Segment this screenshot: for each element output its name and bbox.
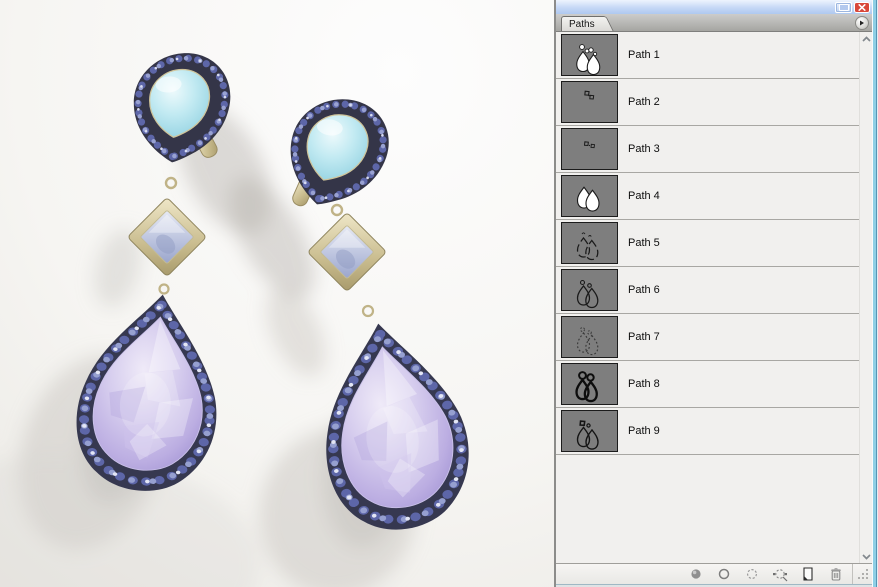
dashed-circle-icon	[744, 566, 760, 582]
panel-menu-button[interactable]	[855, 16, 869, 30]
two-pear-drops-filled-icon	[562, 176, 617, 216]
delete-path-button[interactable]	[822, 564, 850, 584]
panel-menu-arrow-icon	[859, 20, 865, 26]
filled-circle-icon	[688, 566, 704, 582]
path-1-thumbnail[interactable]	[561, 34, 618, 76]
dashed-circle-with-anchors-icon	[771, 566, 789, 582]
two-earrings-filled-icon	[562, 35, 617, 75]
chevron-down-icon[interactable]	[862, 554, 871, 560]
create-new-path-button[interactable]	[794, 564, 822, 584]
path-2-thumbnail[interactable]	[561, 81, 618, 123]
fill-path-button[interactable]	[682, 564, 710, 584]
path-label: Path 9	[628, 425, 660, 437]
paths-list: Path 1 Path 2	[556, 32, 878, 563]
palette-tabstrip: Paths	[556, 14, 878, 32]
path-label: Path 4	[628, 190, 660, 202]
path-7-thumbnail[interactable]	[561, 316, 618, 358]
palette-footer	[556, 563, 878, 584]
path-label: Path 6	[628, 284, 660, 296]
footer-separator	[852, 564, 853, 584]
new-page-icon	[800, 566, 816, 582]
paths-palette-window: Paths	[554, 0, 878, 587]
minimize-icon	[839, 4, 849, 11]
minimize-button[interactable]	[835, 2, 852, 13]
pear-outlines-with-tops-icon	[562, 411, 617, 451]
path-row-8[interactable]: Path 8	[556, 361, 859, 408]
resize-grip-dots-icon	[856, 567, 871, 582]
path-row-9[interactable]: Path 9	[556, 408, 859, 455]
screenshot-root: Paths	[0, 0, 878, 587]
earrings-photo-image	[0, 0, 554, 587]
earring-outlines-bold-icon	[562, 364, 617, 404]
close-icon	[854, 2, 870, 13]
path-row-4[interactable]: Path 4	[556, 173, 859, 220]
path-label: Path 7	[628, 331, 660, 343]
path-label: Path 3	[628, 143, 660, 155]
pear-outlines-open-icon	[562, 223, 617, 263]
window-border-right	[872, 0, 878, 587]
path-label: Path 8	[628, 378, 660, 390]
stroke-path-button[interactable]	[710, 564, 738, 584]
tab-paths[interactable]: Paths	[561, 16, 603, 31]
close-button[interactable]	[854, 2, 870, 13]
path-8-thumbnail[interactable]	[561, 363, 618, 405]
outlined-circle-icon	[716, 566, 732, 582]
path-5-thumbnail[interactable]	[561, 222, 618, 264]
resize-grip[interactable]	[855, 564, 872, 584]
make-work-path-button[interactable]	[766, 564, 794, 584]
chevron-up-icon[interactable]	[862, 36, 871, 42]
path-label: Path 2	[628, 96, 660, 108]
path-row-2[interactable]: Path 2	[556, 79, 859, 126]
paths-rows: Path 1 Path 2	[556, 32, 859, 563]
tab-paths-label: Paths	[569, 19, 595, 30]
paths-scrollbar[interactable]	[859, 32, 872, 563]
path-row-7[interactable]: Path 7	[556, 314, 859, 361]
earrings-photo	[0, 0, 554, 587]
path-row-5[interactable]: Path 5	[556, 220, 859, 267]
path-3-thumbnail[interactable]	[561, 128, 618, 170]
trash-can-icon	[828, 566, 844, 582]
path-row-1[interactable]: Path 1	[556, 32, 859, 79]
path-row-3[interactable]: Path 3	[556, 126, 859, 173]
pear-outlines-with-studs-icon	[562, 270, 617, 310]
path-row-6[interactable]: Path 6	[556, 267, 859, 314]
two-small-top-elements-low-icon	[562, 129, 617, 169]
path-4-thumbnail[interactable]	[561, 175, 618, 217]
palette-titlebar[interactable]	[556, 0, 878, 14]
pear-outlines-dotted-icon	[562, 317, 617, 357]
two-small-top-elements-icon	[562, 82, 617, 122]
path-9-thumbnail[interactable]	[561, 410, 618, 452]
load-path-as-selection-button[interactable]	[738, 564, 766, 584]
path-6-thumbnail[interactable]	[561, 269, 618, 311]
path-label: Path 1	[628, 49, 660, 61]
path-label: Path 5	[628, 237, 660, 249]
